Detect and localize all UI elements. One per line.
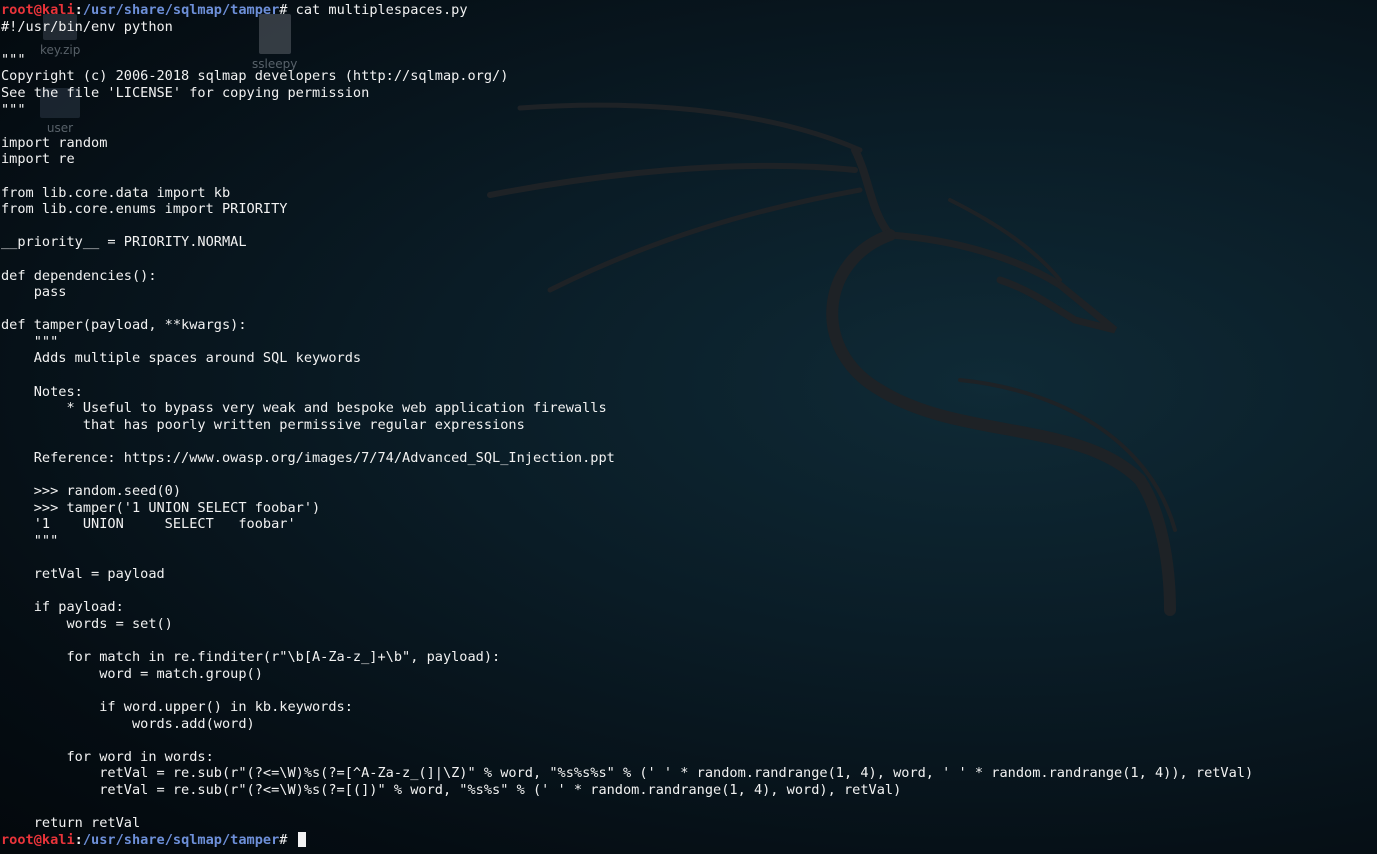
code-line: if payload: — [1, 599, 124, 616]
code-line: word = match.group() — [1, 665, 263, 682]
code-line: retVal = re.sub(r"(?<=\W)%s(?=[^A-Za-z_(… — [1, 765, 1254, 782]
code-line: if word.upper() in kb.keywords: — [1, 698, 353, 715]
code-line — [1, 732, 1371, 749]
prompt-separator: : — [74, 2, 83, 18]
code-line: Reference: https://www.owasp.org/images/… — [1, 450, 615, 467]
code-line: pass — [1, 284, 67, 301]
code-line: def dependencies(): — [1, 267, 157, 284]
code-line: """ — [1, 533, 59, 549]
code-line: #!/usr/bin/env python — [1, 18, 173, 35]
code-line: import random — [1, 134, 108, 151]
code-line — [1, 682, 1371, 699]
code-line: """ — [1, 333, 59, 350]
code-line: retVal = payload — [1, 566, 165, 583]
code-line — [1, 550, 1371, 567]
code-line — [1, 168, 1371, 185]
code-line: * Useful to bypass very weak and bespoke… — [1, 400, 607, 417]
command-text: cat multiplespaces.py — [295, 2, 468, 18]
code-line: that has poorly written permissive regul… — [1, 416, 525, 433]
code-line — [1, 583, 1371, 600]
code-line: """ — [1, 101, 26, 118]
prompt-path: /usr/share/sqlmap/tamper — [82, 2, 280, 18]
prompt-separator: : — [74, 831, 83, 848]
code-line: Notes: — [1, 383, 83, 400]
code-line: for match in re.finditer(r"\b[A-Za-z_]+\… — [1, 649, 501, 666]
code-line — [1, 467, 1371, 484]
code-line: from lib.core.data import kb — [1, 184, 231, 201]
terminal-cursor — [297, 831, 306, 847]
code-line: '1 UNION SELECT foobar' — [1, 516, 296, 533]
code-line: for word in words: — [1, 748, 214, 765]
code-line: words.add(word) — [1, 715, 255, 732]
code-line: >>> random.seed(0) — [1, 483, 182, 500]
prompt-user-host: root@kali — [1, 831, 75, 848]
code-line — [1, 218, 1371, 235]
prompt-hash: # — [279, 2, 296, 18]
code-line: __priority__ = PRIORITY.NORMAL — [1, 234, 247, 251]
prompt-hash: # — [279, 831, 296, 848]
code-line: """ — [1, 51, 26, 68]
code-line — [1, 301, 1371, 318]
code-line — [1, 799, 1371, 816]
code-line: return retVal — [1, 815, 141, 832]
code-line: Copyright (c) 2006-2018 sqlmap developer… — [1, 68, 509, 85]
code-line: Adds multiple spaces around SQL keywords — [1, 350, 362, 367]
code-line — [1, 633, 1371, 650]
active-prompt-line[interactable]: root@kali:/usr/share/sqlmap/tamper# — [1, 831, 1371, 849]
code-line: from lib.core.enums import PRIORITY — [1, 201, 288, 218]
code-line — [1, 35, 1371, 52]
code-line — [1, 367, 1371, 384]
prompt-user-host: root@kali — [1, 2, 75, 18]
code-line: >>> tamper('1 UNION SELECT foobar') — [1, 499, 321, 516]
code-line — [1, 251, 1371, 268]
file-content: #!/usr/bin/env python """ Copyright (c) 20… — [1, 19, 1371, 832]
code-line — [1, 433, 1371, 450]
code-line: See the file 'LICENSE' for copying permi… — [1, 84, 370, 101]
code-line — [1, 118, 1371, 135]
code-line: retVal = re.sub(r"(?<=\W)%s(?=[(])" % wo… — [1, 781, 902, 798]
terminal-output[interactable]: root@kali:/usr/share/sqlmap/tamper# cat … — [1, 2, 1371, 850]
code-line: import re — [1, 151, 75, 168]
prompt-path: /usr/share/sqlmap/tamper — [82, 831, 280, 848]
command-prompt-line: root@kali:/usr/share/sqlmap/tamper# cat … — [1, 2, 1371, 19]
code-line: def tamper(payload, **kwargs): — [1, 317, 247, 334]
code-line: words = set() — [1, 615, 173, 632]
